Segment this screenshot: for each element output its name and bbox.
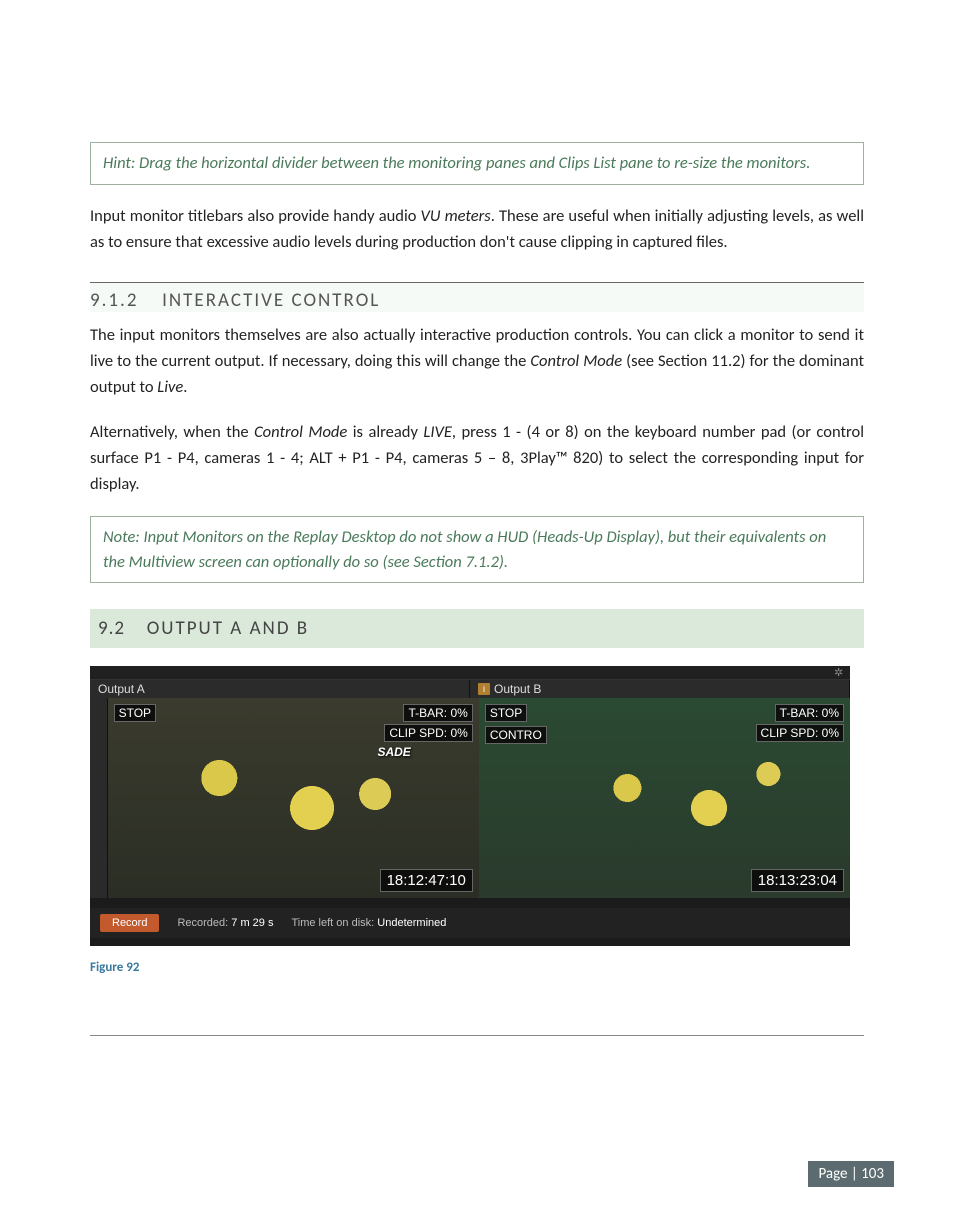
timeleft-label: Time left on disk: — [291, 917, 377, 929]
section-number: 9.2 — [98, 617, 125, 640]
gear-icon: ✲ — [834, 666, 846, 678]
output-a-label: Output A — [98, 682, 145, 696]
section-title: OUTPUT A AND B — [147, 617, 309, 640]
text-run: . — [183, 377, 187, 397]
text-run: Alternatively, when the — [90, 422, 254, 442]
output-screenshot: ✲ Output A i Output B STOP T-BAR: 0% CLI… — [90, 666, 850, 946]
output-b-title-segment: i Output B — [470, 680, 850, 698]
live-term: LIVE — [423, 422, 452, 442]
output-b-monitor[interactable]: STOP CONTRO T-BAR: 0% CLIP SPD: 0% 18:13… — [479, 698, 850, 898]
paragraph-interactive-1: The input monitors themselves are also a… — [90, 322, 864, 401]
paragraph-vu-meters: Input monitor titlebars also provide han… — [90, 203, 864, 256]
timeleft-value: Undetermined — [377, 917, 446, 929]
stop-tag: STOP — [485, 704, 527, 722]
output-a-monitor[interactable]: STOP T-BAR: 0% CLIP SPD: 0% SADE 18:12:4… — [108, 698, 479, 898]
control-mode-term: Control Mode — [530, 351, 622, 371]
control-mode-term: Control Mode — [254, 422, 347, 442]
vu-meters-term: VU meters — [421, 206, 491, 226]
recorded-value: 7 m 29 s — [231, 917, 273, 929]
clip-speed-tag: CLIP SPD: 0% — [384, 724, 472, 742]
paragraph-interactive-2: Alternatively, when the Control Mode is … — [90, 419, 864, 498]
live-term: Live — [157, 377, 183, 397]
stop-tag: STOP — [114, 704, 156, 722]
left-side-strip — [90, 698, 108, 898]
output-a-title-segment: Output A — [90, 680, 470, 698]
monitor-row: STOP T-BAR: 0% CLIP SPD: 0% SADE 18:12:4… — [90, 698, 850, 898]
text-run: Input monitor titlebars also provide han… — [90, 206, 421, 226]
section-number: 9.1.2 — [90, 289, 138, 312]
hint-box: Hint: Drag the horizontal divider betwee… — [90, 142, 864, 185]
contro-tag: CONTRO — [485, 726, 547, 744]
record-button[interactable]: Record — [100, 914, 159, 932]
tbar-tag: T-BAR: 0% — [775, 704, 844, 722]
tbar-tag: T-BAR: 0% — [403, 704, 472, 722]
figure-label: Figure 92 — [90, 960, 864, 975]
timecode-a: 18:12:47:10 — [380, 869, 473, 892]
output-titlebar: Output A i Output B — [90, 680, 850, 698]
info-icon: i — [478, 683, 490, 695]
output-b-label: Output B — [494, 682, 541, 696]
clip-speed-tag: CLIP SPD: 0% — [756, 724, 844, 742]
recorded-group: Recorded: 7 m 29 s — [177, 917, 273, 929]
text-run: is already — [347, 422, 423, 442]
timeleft-group: Time left on disk: Undetermined — [291, 917, 446, 929]
note-text: Note: Input Monitors on the Replay Deskt… — [103, 527, 826, 572]
section-title: INTERACTIVE CONTROL — [162, 289, 380, 312]
sade-overlay: SADE — [373, 744, 414, 760]
screenshot-top-edge: ✲ — [90, 666, 850, 680]
recorded-label: Recorded: — [177, 917, 231, 929]
record-status-bar: Record Recorded: 7 m 29 s Time left on d… — [90, 908, 850, 938]
timecode-b: 18:13:23:04 — [751, 869, 844, 892]
section-heading-9-2: 9.2 OUTPUT A AND B — [90, 609, 864, 648]
page-number-badge: Page | 103 — [808, 1161, 894, 1187]
note-box: Note: Input Monitors on the Replay Deskt… — [90, 516, 864, 584]
hint-text: Hint: Drag the horizontal divider betwee… — [103, 153, 810, 173]
footer-rule — [90, 1035, 864, 1036]
section-heading-9-1-2: 9.1.2 INTERACTIVE CONTROL — [90, 282, 864, 312]
